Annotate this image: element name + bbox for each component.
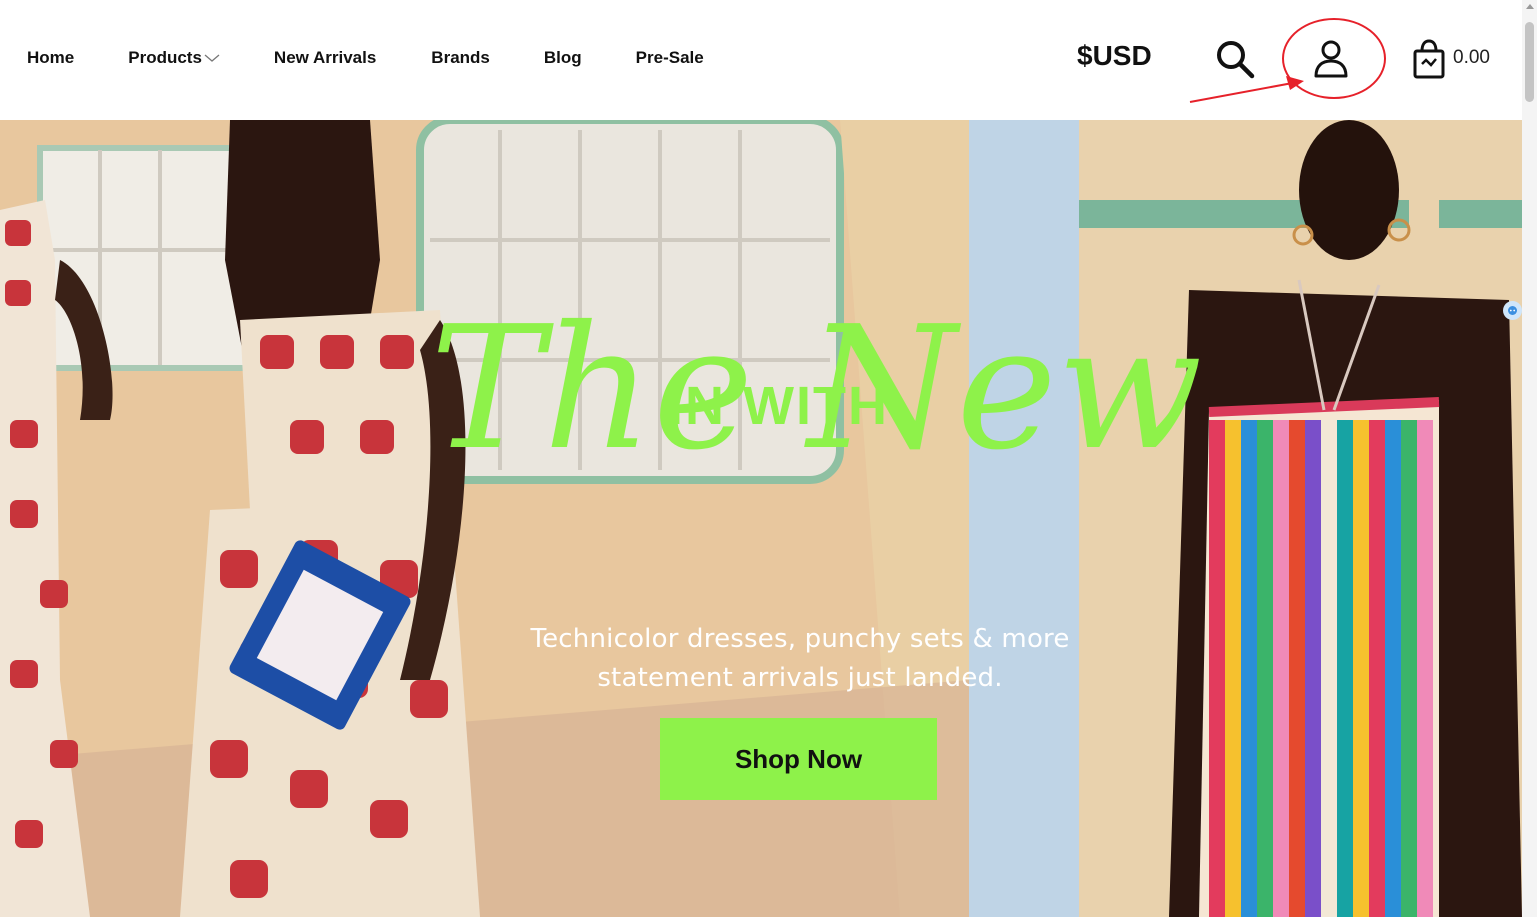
cart-button[interactable] <box>1411 38 1447 80</box>
scroll-up-icon[interactable] <box>1525 4 1534 9</box>
hero-headline: IN WITH <box>668 376 889 436</box>
search-icon <box>1217 41 1255 79</box>
side-widget-button[interactable] <box>1503 301 1522 320</box>
nav-home[interactable]: Home <box>27 48 74 68</box>
cart-icon <box>1413 39 1445 79</box>
cart-total: 0.00 <box>1453 47 1490 68</box>
hero-banner: The New IN WITH Technicolor dresses, pun… <box>0 120 1522 917</box>
hero-subtitle-line2: statement arrivals just landed. <box>597 663 1003 693</box>
hero-photo-right <box>969 120 1522 917</box>
main-nav: Home Products New Arrivals Brands Blog P… <box>27 48 704 68</box>
nav-products[interactable]: Products <box>128 48 220 68</box>
page-scrollbar[interactable] <box>1522 0 1537 917</box>
hero-image-right <box>969 120 1522 917</box>
chat-icon <box>1508 306 1517 315</box>
shop-now-button[interactable]: Shop Now <box>660 718 937 800</box>
nav-products-label: Products <box>128 48 202 67</box>
search-button[interactable] <box>1214 38 1256 80</box>
hero-subtitle: Technicolor dresses, punchy sets & more … <box>520 620 1080 698</box>
nav-blog[interactable]: Blog <box>544 48 582 68</box>
account-icon <box>1314 40 1348 78</box>
chevron-down-icon <box>204 54 220 62</box>
account-button[interactable] <box>1310 38 1352 80</box>
nav-brands[interactable]: Brands <box>431 48 490 68</box>
nav-pre-sale[interactable]: Pre-Sale <box>636 48 704 68</box>
hero-subtitle-line1: Technicolor dresses, punchy sets & more <box>530 624 1070 654</box>
currency-selector[interactable]: $USD <box>1077 40 1152 72</box>
scroll-thumb[interactable] <box>1525 22 1534 102</box>
site-header: Home Products New Arrivals Brands Blog P… <box>0 0 1522 120</box>
nav-new-arrivals[interactable]: New Arrivals <box>274 48 376 68</box>
